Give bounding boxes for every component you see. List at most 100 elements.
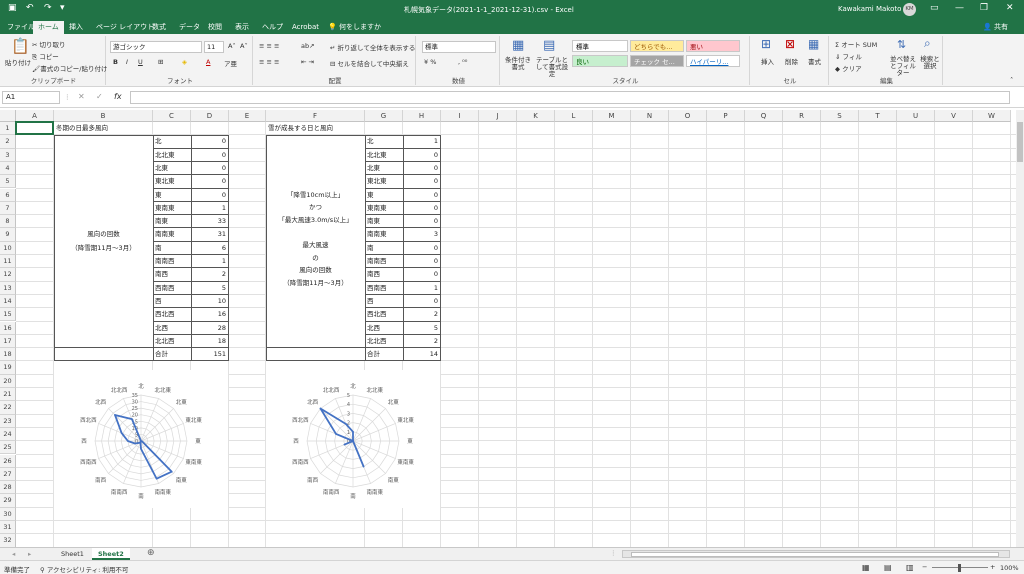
column-header[interactable]: M [593, 110, 631, 122]
sheet-tab-sheet2[interactable]: Sheet2 [92, 548, 130, 560]
sheet-tab-sheet1[interactable]: Sheet1 [55, 549, 90, 560]
style-bad[interactable]: 悪い [686, 40, 740, 52]
normal-view-icon[interactable]: ▦ [862, 563, 870, 572]
style-hyperlink[interactable]: ハイパーリ... [686, 55, 740, 67]
autosum-button[interactable]: Σ オート SUM [835, 39, 877, 49]
row-header[interactable]: 16 [0, 321, 16, 335]
merge-center-button[interactable]: ⊟ セルを結合して中央揃え [330, 58, 409, 68]
undo-icon[interactable]: ↶ [26, 3, 34, 13]
format-as-table-icon[interactable]: ▤ [543, 39, 555, 52]
column-header[interactable]: L [555, 110, 593, 122]
add-sheet-icon[interactable]: ⊕ [147, 548, 155, 558]
tab-help[interactable]: ヘルプ [257, 21, 288, 34]
radar-chart[interactable]: 北北北東北東東北東東東南東南東南南東南南南西南西西南西西西北西北西北北西0510… [54, 370, 228, 508]
row-header[interactable]: 9 [0, 228, 16, 242]
clear-button[interactable]: ◆ クリア [835, 63, 862, 73]
row-header[interactable]: 24 [0, 427, 16, 442]
column-header[interactable]: I [441, 110, 479, 122]
tab-home[interactable]: ホーム [33, 21, 64, 34]
column-header[interactable]: W [973, 110, 1011, 122]
column-header[interactable]: S [821, 110, 859, 122]
sort-filter-icon[interactable]: ⇅ [897, 39, 906, 50]
comma-icon[interactable]: , ⁰⁰ [458, 58, 467, 66]
close-icon[interactable]: ✕ [1006, 3, 1014, 13]
row-header[interactable]: 32 [0, 534, 16, 547]
border-icon[interactable]: ⊞ [158, 58, 163, 66]
formula-input[interactable] [130, 91, 1010, 104]
format-painter-button[interactable]: 🖌書式のコピー/貼り付け [32, 63, 107, 73]
delete-cells-button[interactable]: 削除 [785, 56, 798, 66]
name-box-dropdown-icon[interactable]: ⋮ [64, 93, 71, 101]
minimize-icon[interactable]: — [955, 3, 964, 13]
column-header[interactable]: D [191, 110, 229, 122]
copy-button[interactable]: ⎘ コピー [32, 51, 59, 62]
chart-area[interactable]: 北北北東 北東 東北東東東南東 南東 南南東南南南西 南西 西南西西西北西 北西 北北西 0 1 2 3… [266, 369, 440, 508]
shrink-font-icon[interactable]: A˅ [240, 42, 248, 50]
tab-data[interactable]: データ [174, 21, 205, 34]
ribbon-display-icon[interactable]: ▭ [930, 3, 939, 13]
tab-insert[interactable]: 挿入 [64, 21, 88, 34]
column-header[interactable]: Q [745, 110, 783, 122]
name-box[interactable]: A1 [2, 91, 60, 104]
insert-function-icon[interactable]: fx [114, 92, 122, 101]
number-format-select[interactable]: 標準 [422, 41, 496, 53]
tab-split-handle[interactable]: ⋮ [610, 549, 617, 557]
row-header[interactable]: 11 [0, 255, 16, 269]
row-header[interactable]: 23 [0, 414, 16, 428]
font-size-select[interactable]: 11 [204, 41, 224, 53]
column-header[interactable]: U [897, 110, 935, 122]
row-header[interactable]: 4 [0, 161, 16, 176]
column-header[interactable]: F [266, 110, 365, 122]
redo-icon[interactable]: ↷ [44, 3, 52, 13]
column-header[interactable]: J [479, 110, 517, 122]
horizontal-scrollbar[interactable] [622, 550, 1010, 558]
bold-icon[interactable]: B [113, 58, 118, 66]
fill-color-icon[interactable]: ◈ [182, 58, 187, 66]
column-header[interactable]: O [669, 110, 707, 122]
row-header[interactable]: 20 [0, 374, 16, 388]
insert-cells-icon[interactable]: ⊞ [761, 38, 771, 50]
chart-area[interactable]: 北北北東 北東 東北東東東南東 南東 南南東南南南西 南西 西南西西西北西 北西 北北西 0 5 10… [54, 369, 228, 508]
align-top-icon[interactable]: ≡ ≡ ≡ [259, 42, 279, 50]
avatar[interactable]: KM [903, 3, 916, 16]
column-header[interactable]: B [54, 110, 153, 122]
row-header[interactable]: 10 [0, 241, 16, 255]
orientation-icon[interactable]: ab↗ [301, 42, 315, 50]
page-layout-view-icon[interactable]: ▤ [884, 563, 892, 572]
style-check-cell[interactable]: チェック セ... [630, 55, 684, 67]
find-select-button[interactable]: 検索と選択 [919, 56, 941, 70]
row-header[interactable]: 7 [0, 201, 16, 216]
row-header[interactable]: 28 [0, 481, 16, 495]
column-header[interactable]: P [707, 110, 745, 122]
row-header[interactable]: 29 [0, 494, 16, 508]
column-header[interactable]: H [403, 110, 441, 122]
format-cells-icon[interactable]: ▦ [808, 38, 819, 50]
italic-icon[interactable]: I [126, 58, 128, 66]
radar-chart[interactable]: 北北北東北東東北東東東南東南東南南東南南南西南西西南西西西北西北西北北西0123… [266, 370, 440, 508]
conditional-format-icon[interactable]: ▦ [512, 39, 524, 52]
select-all-corner[interactable] [0, 110, 16, 122]
row-header[interactable]: 19 [0, 361, 16, 375]
zoom-slider-thumb[interactable] [958, 564, 961, 572]
grow-font-icon[interactable]: A˄ [228, 42, 236, 50]
tell-me-search[interactable]: 💡 何をしますか [323, 21, 386, 34]
quick-access-menu-icon[interactable]: ▾ [60, 3, 65, 13]
column-header[interactable]: K [517, 110, 555, 122]
paste-button[interactable]: 貼り付け [5, 57, 31, 67]
cut-button[interactable]: ✂ 切り取り [32, 39, 66, 49]
tab-formulas[interactable]: 数式 [147, 21, 171, 34]
row-header[interactable]: 2 [0, 135, 16, 149]
style-good[interactable]: 良い [572, 55, 628, 67]
share-button[interactable]: 👤 共有 [978, 21, 1013, 34]
row-header[interactable]: 1 [0, 122, 16, 136]
column-header[interactable]: R [783, 110, 821, 122]
spreadsheet-grid[interactable]: A B C D E F G H I J K L M N O P Q R S T U V W 1 2 3 4 5 6 7 8 9 10 11 12 13… [0, 110, 1016, 547]
column-header[interactable]: E [229, 110, 266, 122]
tab-view[interactable]: 表示 [230, 21, 254, 34]
find-select-icon[interactable]: ⌕ [924, 37, 931, 49]
tab-review[interactable]: 校閲 [203, 21, 227, 34]
zoom-level[interactable]: 100% [1000, 564, 1019, 572]
align-center-icon[interactable]: ≡ ≡ ≡ [259, 58, 279, 66]
confirm-entry-icon[interactable]: ✓ [96, 92, 103, 101]
zoom-in-icon[interactable]: + [990, 563, 995, 571]
